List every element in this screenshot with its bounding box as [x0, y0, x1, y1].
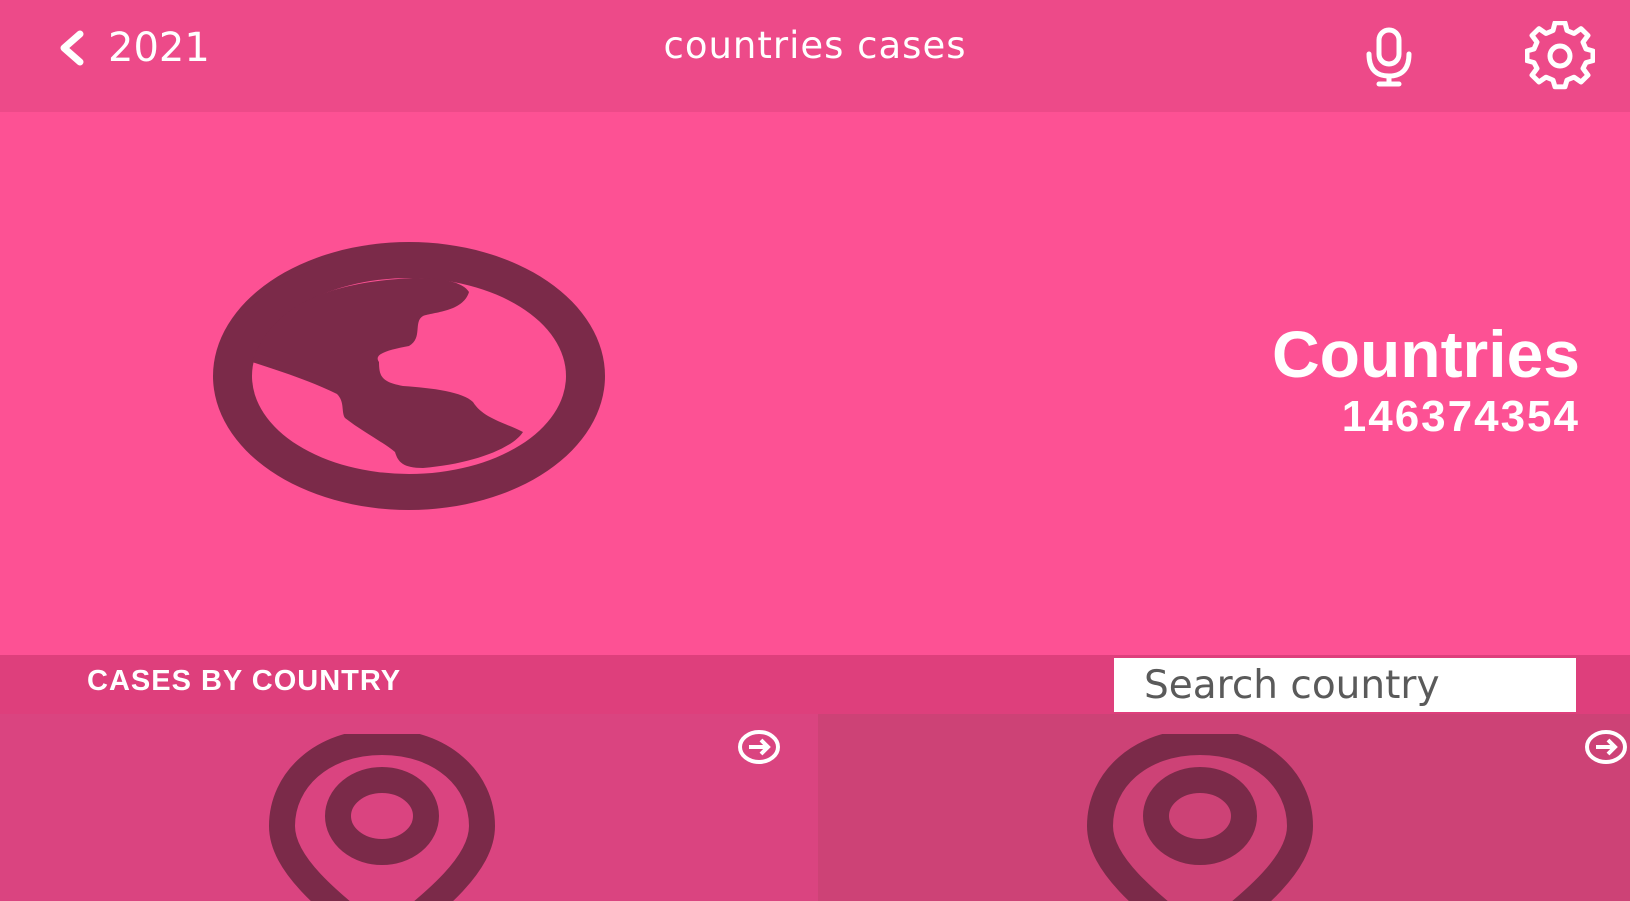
- country-tile[interactable]: [818, 714, 1630, 901]
- country-tile[interactable]: [0, 714, 818, 901]
- arrow-right-circle-icon: [1585, 730, 1627, 764]
- microphone-button[interactable]: [1353, 20, 1425, 92]
- open-country-button[interactable]: [735, 726, 783, 768]
- section-header: CASES BY COUNTRY: [0, 655, 1630, 714]
- app-header: 2021 countries cases: [0, 0, 1630, 112]
- open-country-button[interactable]: [1582, 726, 1630, 768]
- section-title: CASES BY COUNTRY: [87, 665, 402, 697]
- location-pin-icon: [1086, 734, 1314, 901]
- gear-icon: [1525, 21, 1595, 90]
- hero-title: Countries: [1271, 317, 1580, 391]
- settings-button[interactable]: [1524, 20, 1596, 92]
- globe-icon: [213, 242, 605, 510]
- arrow-right-circle-icon: [738, 730, 780, 764]
- search-country-input[interactable]: [1114, 658, 1576, 712]
- hero-summary: Countries 146374354: [1272, 317, 1580, 443]
- hero-panel: Countries 146374354: [0, 112, 1630, 655]
- microphone-icon: [1366, 27, 1412, 87]
- location-pin-icon: [268, 734, 496, 901]
- hero-count: 146374354: [1341, 392, 1580, 441]
- country-tiles: [0, 714, 1630, 901]
